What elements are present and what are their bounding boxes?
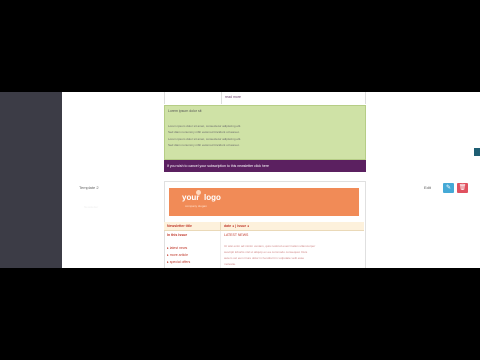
column-divider (220, 222, 221, 230)
column-divider (221, 92, 222, 104)
green-block-line: Lorem ipsum dolor sit amet, consectetur … (168, 137, 242, 141)
news-text-line: Ut wisi enim ad minim veniam, quis nostr… (224, 244, 316, 248)
issue-item[interactable]: ▸ special offers (167, 260, 190, 264)
newsletter-date: date ● | issue ● (224, 224, 250, 228)
template-type: Newsletter (84, 205, 99, 209)
scroll-marker[interactable] (474, 148, 480, 156)
unsubscribe-link[interactable]: If you wish to cancel your subscription … (167, 164, 269, 168)
pencil-icon: ✎ (445, 185, 452, 191)
template-header-banner: your logo company slogan (169, 188, 359, 216)
news-text-line: molestie. (224, 262, 237, 266)
news-text-line: autem vel eum iriure dolor in hendrerit … (224, 256, 305, 260)
newsletter-title-bar: Newsletter title date ● | issue ● (164, 222, 364, 231)
previous-template-green-block: Lorem ipsum dolor sit Lorem ipsum dolor … (164, 105, 366, 160)
green-block-line: Lorem ipsum dolor sit amet, consectetur … (168, 124, 242, 128)
column-divider (220, 231, 221, 268)
green-block-title: Lorem ipsum dolor sit (168, 109, 202, 113)
trash-icon: 🗑 (458, 185, 467, 191)
read-more-link[interactable]: read more (225, 95, 241, 99)
green-block-line: Sed diam nonummy nibh euismod tincidunt … (168, 143, 240, 147)
delete-button[interactable]: 🗑 (457, 183, 468, 193)
latest-news-heading: LATEST NEWS (224, 233, 249, 237)
logo-logo-text: logo (204, 193, 221, 202)
unsubscribe-bar: If you wish to cancel your subscription … (164, 160, 366, 172)
edit-button[interactable]: ✎ (443, 183, 454, 193)
edit-link[interactable]: Edit (424, 185, 431, 190)
templates-table: read more Lorem ipsum dolor sit Lorem ip… (62, 92, 480, 268)
newsletter-body: In this issue ▸ latest news ▸ more artic… (164, 231, 364, 268)
issue-item[interactable]: ▸ latest news (167, 246, 187, 250)
in-this-issue-heading: In this issue (167, 233, 188, 237)
dark-sidebar (0, 92, 62, 268)
issue-item[interactable]: ▸ more article (167, 253, 188, 257)
screen-viewport: read more Lorem ipsum dolor sit Lorem ip… (0, 92, 480, 268)
previous-template-footer: read more (164, 92, 366, 104)
green-block-line: Sed diam nonummy nibh euismod tincidunt … (168, 130, 240, 134)
news-text-line: suscipit lobortis nisl ut aliquip ex ea … (224, 250, 308, 254)
logo-mark-icon (196, 190, 201, 195)
newsletter-title: Newsletter title (167, 224, 192, 228)
template-name: Template 2 (79, 185, 99, 190)
logo-tagline: company slogan (185, 204, 207, 208)
